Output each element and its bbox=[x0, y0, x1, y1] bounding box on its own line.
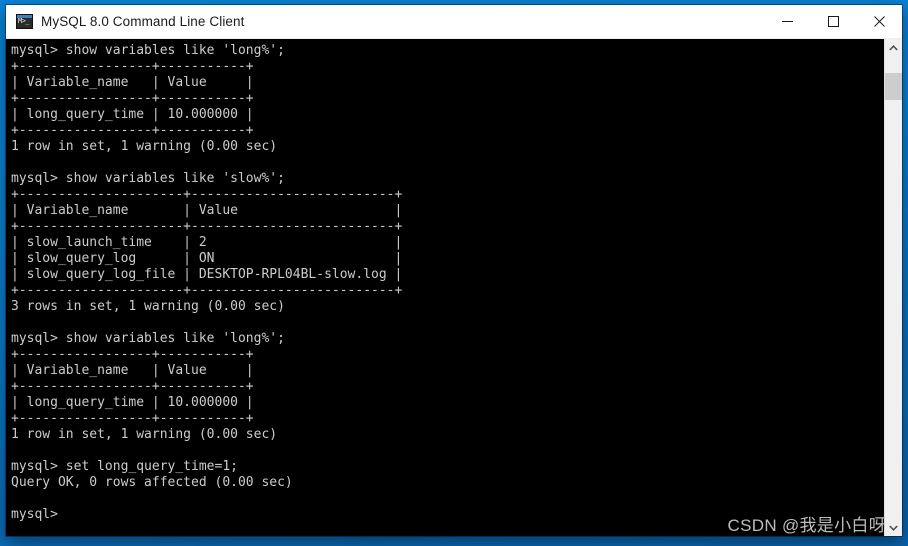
chevron-down-icon bbox=[889, 524, 898, 531]
terminal-line: +---------------------+-----------------… bbox=[11, 187, 403, 202]
terminal-line: +---------------------+-----------------… bbox=[11, 219, 403, 234]
terminal-line: +-----------------+-----------+ bbox=[11, 411, 254, 426]
terminal-output[interactable]: mysql> show variables like 'long%'; +----… bbox=[6, 39, 884, 536]
terminal-line: mysql> set long_query_time=1; bbox=[11, 459, 238, 474]
scroll-up-button[interactable] bbox=[885, 39, 902, 56]
close-icon bbox=[873, 16, 885, 27]
vertical-scrollbar[interactable] bbox=[884, 39, 902, 536]
window-titlebar[interactable]: MySQL 8.0 Command Line Client bbox=[6, 5, 902, 39]
terminal-line: | Variable_name | Value | bbox=[11, 203, 403, 218]
terminal-line: 1 row in set, 1 warning (0.00 sec) bbox=[11, 139, 278, 154]
scrollbar-track[interactable] bbox=[885, 56, 902, 519]
scroll-down-button[interactable] bbox=[885, 519, 902, 536]
maximize-button[interactable] bbox=[810, 5, 856, 38]
terminal-line: | long_query_time | 10.000000 | bbox=[11, 395, 254, 410]
terminal-line: | Variable_name | Value | bbox=[11, 75, 254, 90]
terminal-line: +-----------------+-----------+ bbox=[11, 91, 254, 106]
scrollbar-thumb[interactable] bbox=[885, 73, 902, 100]
terminal-line: | Variable_name | Value | bbox=[11, 363, 254, 378]
terminal-area: mysql> show variables like 'long%'; +----… bbox=[6, 39, 902, 536]
maximize-icon bbox=[827, 16, 839, 27]
close-button[interactable] bbox=[856, 5, 902, 38]
terminal-line: mysql> bbox=[11, 507, 58, 522]
terminal-line: +---------------------+-----------------… bbox=[11, 283, 403, 298]
minimize-icon bbox=[781, 21, 793, 22]
minimize-button[interactable] bbox=[764, 5, 810, 38]
terminal-line: | slow_launch_time | 2 | bbox=[11, 235, 403, 250]
mysql-command-line-client-window: MySQL 8.0 Command Line Client bbox=[6, 5, 902, 536]
desktop-background: MySQL 8.0 Command Line Client bbox=[0, 0, 908, 546]
chevron-up-icon bbox=[889, 44, 898, 51]
terminal-line: mysql> show variables like 'slow%'; bbox=[11, 171, 285, 186]
terminal-line: +-----------------+-----------+ bbox=[11, 59, 254, 74]
terminal-line: Query OK, 0 rows affected (0.00 sec) bbox=[11, 475, 293, 490]
mysql-console-icon bbox=[16, 14, 33, 29]
terminal-line: +-----------------+-----------+ bbox=[11, 347, 254, 362]
window-controls bbox=[764, 5, 902, 38]
terminal-line: 3 rows in set, 1 warning (0.00 sec) bbox=[11, 299, 285, 314]
terminal-line: | slow_query_log_file | DESKTOP-RPL04BL-… bbox=[11, 267, 403, 282]
terminal-line: mysql> show variables like 'long%'; bbox=[11, 43, 285, 58]
terminal-line: 1 row in set, 1 warning (0.00 sec) bbox=[11, 427, 278, 442]
terminal-line: mysql> show variables like 'long%'; bbox=[11, 331, 285, 346]
terminal-line: +-----------------+-----------+ bbox=[11, 123, 254, 138]
window-title: MySQL 8.0 Command Line Client bbox=[41, 14, 245, 29]
terminal-line: | long_query_time | 10.000000 | bbox=[11, 107, 254, 122]
terminal-line: | slow_query_log | ON | bbox=[11, 251, 403, 266]
terminal-line: +-----------------+-----------+ bbox=[11, 379, 254, 394]
